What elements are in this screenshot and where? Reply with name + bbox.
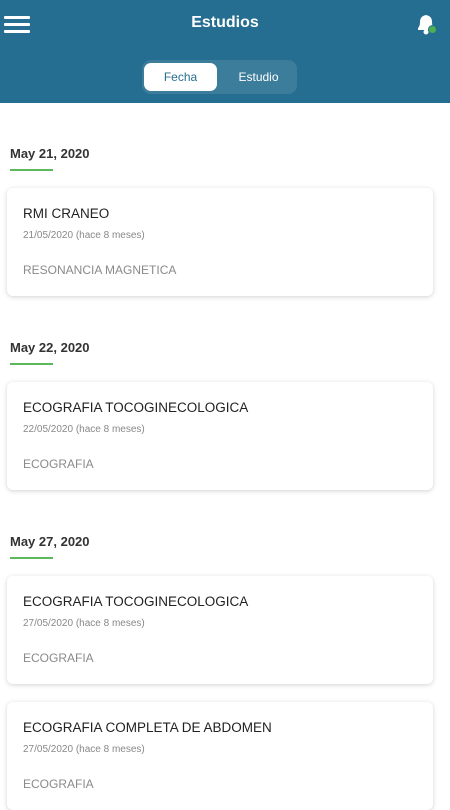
bell-icon[interactable] [412,10,440,38]
group-date-header: May 27, 2020 [10,534,90,549]
page-title: Estudios [191,14,259,31]
study-date: 27/05/2020 (hace 8 meses) [23,618,145,629]
study-name: RMI CRANEO [23,206,110,221]
study-name: ECOGRAFIA COMPLETA DE ABDOMEN [23,720,272,735]
date-underline [10,557,53,559]
study-card[interactable]: RMI CRANEO 21/05/2020 (hace 8 meses) RES… [7,188,433,296]
study-type: ECOGRAFIA [23,457,94,471]
tab-fecha[interactable]: Fecha [144,63,217,91]
group-date-header: May 21, 2020 [10,146,90,161]
study-card[interactable]: ECOGRAFIA TOCOGINECOLOGICA 22/05/2020 (h… [7,382,433,490]
study-name: ECOGRAFIA TOCOGINECOLOGICA [23,594,249,609]
group-date-header: May 22, 2020 [10,340,90,355]
tab-estudio[interactable]: Estudio [222,63,295,91]
date-underline [10,169,53,171]
view-toggle: Fecha Estudio [142,60,297,94]
study-date: 22/05/2020 (hace 8 meses) [23,424,145,435]
study-date: 21/05/2020 (hace 8 meses) [23,230,145,241]
study-card[interactable]: ECOGRAFIA COMPLETA DE ABDOMEN 27/05/2020… [7,702,433,810]
study-date: 27/05/2020 (hace 8 meses) [23,744,145,755]
date-underline [10,363,53,365]
app-header: Estudios Fecha Estudio [0,0,450,103]
study-name: ECOGRAFIA TOCOGINECOLOGICA [23,400,249,415]
study-card[interactable]: ECOGRAFIA TOCOGINECOLOGICA 27/05/2020 (h… [7,576,433,684]
study-type: RESONANCIA MAGNETICA [23,263,177,277]
study-type: ECOGRAFIA [23,777,94,791]
study-type: ECOGRAFIA [23,651,94,665]
